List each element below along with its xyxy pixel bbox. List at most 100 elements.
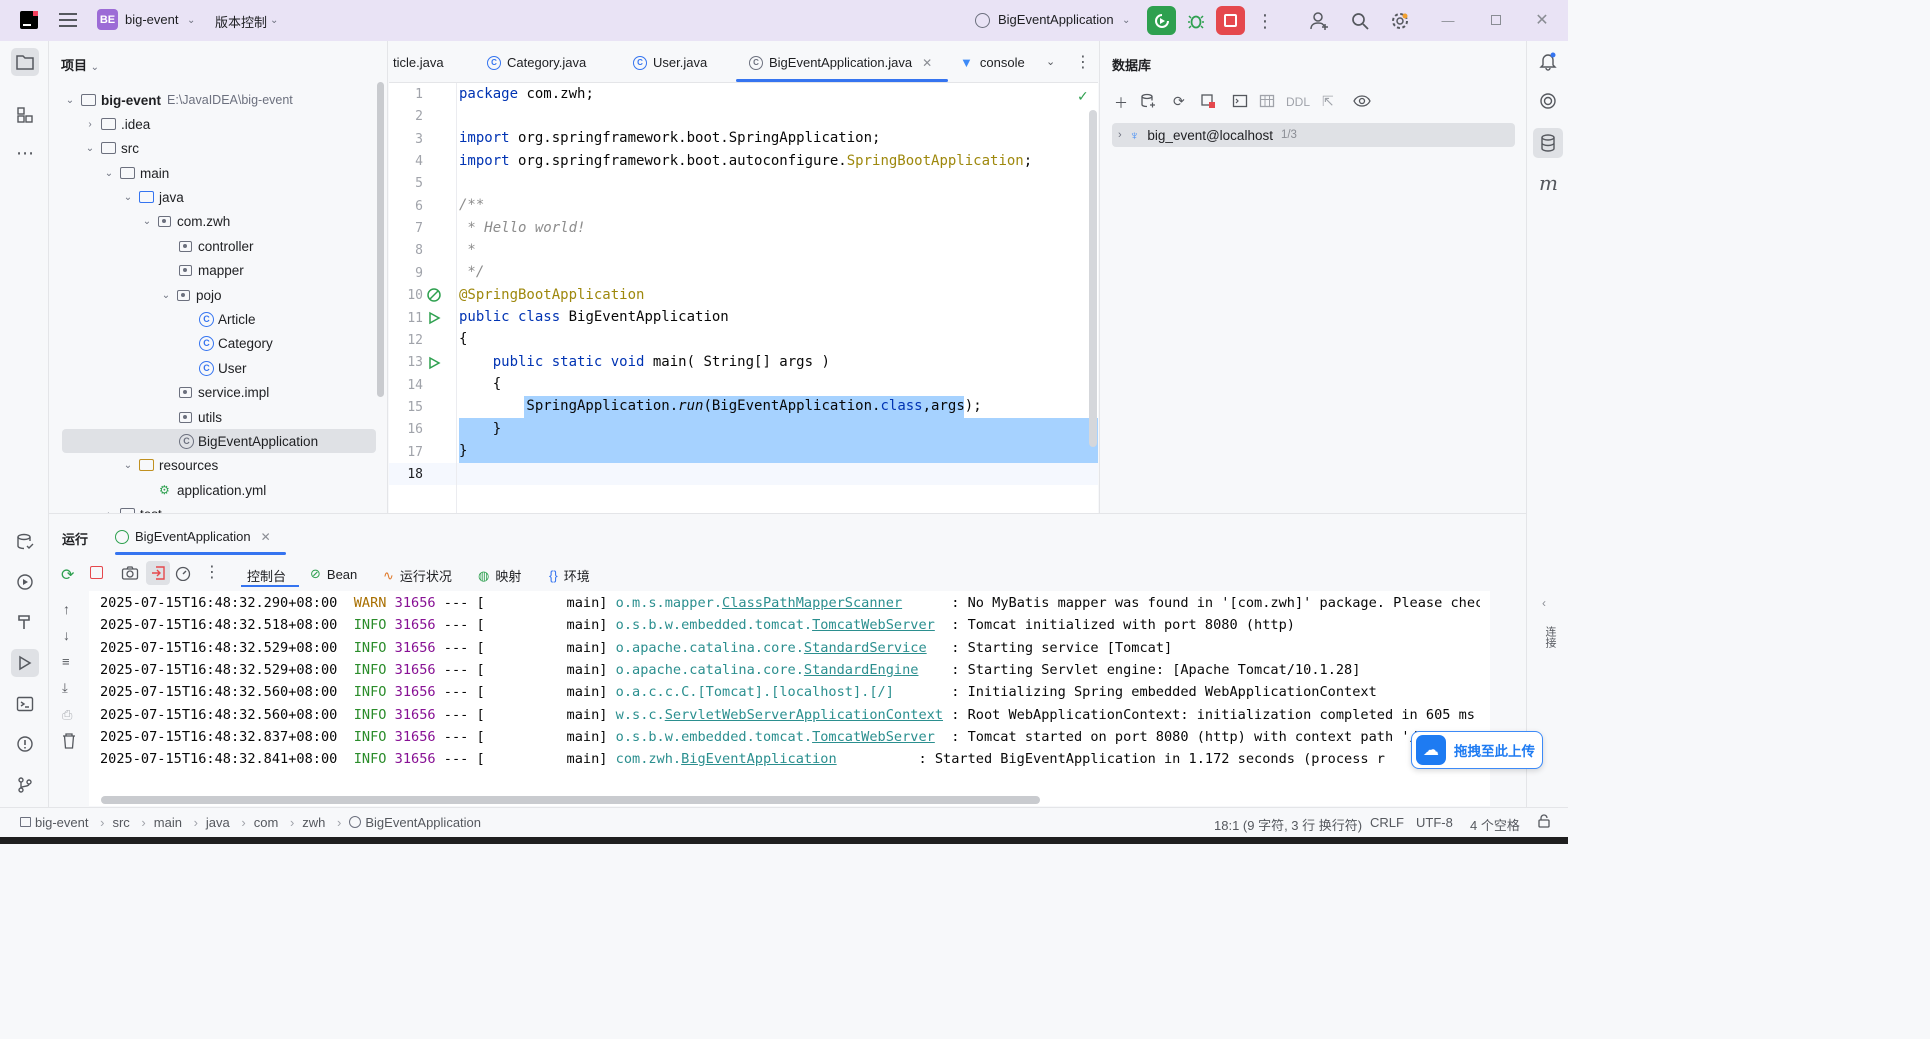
subtab-mappings[interactable]: ◍ 映射 bbox=[478, 566, 521, 585]
breadcrumb-item[interactable]: java bbox=[206, 815, 230, 830]
tree-item-resources[interactable]: ⌄ resources bbox=[121, 453, 218, 477]
run-config-selector[interactable]: BigEventApplication bbox=[998, 12, 1114, 27]
trash-clear-icon[interactable] bbox=[62, 733, 76, 752]
database-tool-button[interactable] bbox=[1533, 128, 1563, 158]
restore-layout-button[interactable] bbox=[146, 561, 170, 585]
chevron-down-icon[interactable]: ⌄ bbox=[187, 15, 195, 26]
ddl-button[interactable]: DDL bbox=[1286, 95, 1310, 109]
close-tab-icon[interactable]: ✕ bbox=[261, 530, 271, 544]
log-logger[interactable]: o.s.b.w.embedded.tomcat.TomcatWebServer bbox=[616, 617, 935, 633]
tab-console[interactable]: ▼ console bbox=[960, 55, 1025, 70]
tree-item-article[interactable]: C Article bbox=[199, 307, 256, 331]
camera-snapshot-icon[interactable] bbox=[121, 565, 139, 584]
breadcrumb-item[interactable]: BigEventApplication bbox=[365, 815, 481, 830]
chevron-left-icon[interactable]: ‹ bbox=[1542, 596, 1546, 610]
tree-item-user[interactable]: C User bbox=[199, 356, 247, 380]
stop-button[interactable] bbox=[1216, 6, 1245, 35]
breadcrumb-item[interactable]: com bbox=[254, 815, 279, 830]
breadcrumb-item[interactable]: big-event bbox=[35, 815, 88, 830]
run-gutter-icon[interactable] bbox=[426, 355, 442, 375]
no-problems-check-icon[interactable]: ✓ bbox=[1077, 89, 1089, 105]
tree-item-idea[interactable]: › .idea bbox=[83, 112, 150, 136]
tree-item-big-event[interactable]: ⌄ big-event E:\JavaIDEA\big-event bbox=[63, 88, 293, 112]
log-logger[interactable]: o.apache.catalina.core.StandardEngine bbox=[616, 662, 919, 678]
minimize-icon[interactable]: — bbox=[1438, 12, 1458, 28]
rerun-icon[interactable]: ⟳ bbox=[61, 565, 74, 585]
log-logger[interactable]: o.m.s.mapper.ClassPathMapperScanner bbox=[616, 595, 902, 611]
main-menu-icon[interactable] bbox=[59, 12, 77, 28]
tree-item-pojo[interactable]: ⌄ pojo bbox=[159, 283, 222, 307]
project-panel-title[interactable]: 项目 ⌄ bbox=[61, 55, 99, 74]
code-editor[interactable]: 1 2 3 4 5 6 7 8 9 10 11 12 13 14 15 16 17 18 ✓ package co… bbox=[389, 83, 1098, 513]
tree-item-bigeventapplication[interactable]: C BigEventApplication bbox=[179, 429, 318, 453]
tree-item-src[interactable]: ⌄ src bbox=[83, 136, 139, 160]
subtab-health[interactable]: ∿ 运行状况 bbox=[383, 566, 452, 585]
terminal-icon[interactable] bbox=[14, 693, 36, 715]
debug-button[interactable] bbox=[1184, 9, 1208, 33]
stop-icon[interactable] bbox=[90, 566, 103, 579]
spring-bean-gutter-icon[interactable] bbox=[426, 287, 442, 307]
arrow-down-icon[interactable]: ↓ bbox=[63, 627, 70, 643]
console-output[interactable]: 2025-07-15T16:48:32.290+08:00 WARN 31656… bbox=[89, 591, 1489, 806]
tab-bigeventapplication[interactable]: C BigEventApplication.java ✕ bbox=[749, 55, 932, 70]
tree-item-utils[interactable]: utils bbox=[179, 405, 222, 429]
breadcrumb-item[interactable]: src bbox=[112, 815, 129, 830]
file-encoding[interactable]: UTF-8 bbox=[1416, 815, 1453, 830]
more-tools-icon[interactable]: ⋯ bbox=[14, 142, 36, 164]
breadcrumb-item[interactable]: main bbox=[154, 815, 182, 830]
logger-link[interactable]: BigEventApplication bbox=[681, 751, 837, 767]
tree-item-category[interactable]: C Category bbox=[199, 331, 273, 355]
lock-icon[interactable] bbox=[1537, 814, 1551, 831]
restore-window-icon[interactable] bbox=[1486, 12, 1506, 28]
notifications-bell-icon[interactable] bbox=[1538, 51, 1558, 74]
maven-icon[interactable]: m bbox=[1539, 171, 1558, 195]
problems-icon[interactable] bbox=[14, 733, 36, 755]
project-scrollbar[interactable] bbox=[377, 82, 384, 397]
scroll-to-end-icon[interactable]: ⤓ bbox=[62, 680, 68, 696]
more-options-icon[interactable]: ⋮ bbox=[204, 562, 220, 582]
project-name[interactable]: big-event bbox=[125, 12, 178, 27]
log-logger[interactable]: o.apache.catalina.core.StandardService bbox=[616, 640, 927, 656]
tree-item-com-zwh[interactable]: ⌄ com.zwh bbox=[140, 209, 230, 233]
soft-wrap-icon[interactable]: ≡ bbox=[62, 654, 70, 669]
run-tool-button[interactable] bbox=[11, 649, 39, 677]
editor-scrollbar[interactable] bbox=[1089, 110, 1097, 447]
app-logo-icon[interactable] bbox=[20, 11, 38, 29]
connect-vertical-label[interactable]: 连接 bbox=[1542, 626, 1556, 648]
logger-link[interactable]: StandardService bbox=[804, 640, 927, 656]
search-icon[interactable] bbox=[1348, 9, 1372, 33]
drag-upload-widget[interactable]: ☁ 拖拽至此上传 bbox=[1411, 731, 1543, 769]
log-logger[interactable]: w.s.c.ServletWebServerApplicationContext bbox=[616, 707, 943, 723]
chevron-down-icon[interactable]: ⌄ bbox=[1122, 15, 1130, 26]
chevron-down-icon[interactable]: ⌄ bbox=[270, 15, 278, 26]
log-logger[interactable]: o.a.c.c.C.[Tomcat].[localhost].[/] bbox=[616, 684, 894, 700]
services-icon[interactable] bbox=[14, 571, 36, 593]
run-gutter-icon[interactable] bbox=[426, 310, 442, 330]
indent-setting[interactable]: 4 个空格 bbox=[1470, 815, 1520, 834]
eye-view-options-icon[interactable] bbox=[1353, 93, 1371, 112]
settings-gear-icon[interactable] bbox=[1388, 9, 1412, 33]
tab-article[interactable]: ticle.java bbox=[393, 55, 444, 70]
subtab-console[interactable]: 控制台 bbox=[247, 566, 286, 585]
tree-item-java[interactable]: ⌄ java bbox=[121, 185, 184, 209]
caret-position[interactable]: 18:1 (9 字符, 3 行 换行符) bbox=[1214, 815, 1362, 834]
add-icon[interactable]: ＋ bbox=[1114, 93, 1128, 113]
table-view-icon[interactable] bbox=[1259, 93, 1275, 112]
db-connection-item[interactable]: › ♆ big_event@localhost 1/3 bbox=[1112, 123, 1515, 147]
profiler-icon[interactable] bbox=[174, 565, 192, 584]
log-logger[interactable]: o.s.b.w.embedded.tomcat.TomcatWebServer bbox=[616, 729, 935, 745]
logger-link[interactable]: ClassPathMapperScanner bbox=[722, 595, 902, 611]
project-badge[interactable]: BE bbox=[97, 9, 118, 30]
logger-link[interactable]: ServletWebServerApplicationContext bbox=[665, 707, 943, 723]
git-icon[interactable] bbox=[14, 774, 36, 796]
logger-link[interactable]: TomcatWebServer bbox=[812, 617, 935, 633]
console-horizontal-scrollbar[interactable] bbox=[101, 796, 1040, 804]
build-hammer-icon[interactable] bbox=[14, 611, 36, 633]
more-options-icon[interactable]: ⋮ bbox=[1256, 9, 1274, 33]
arrow-up-icon[interactable]: ↑ bbox=[63, 601, 70, 617]
tab-list-chevron-icon[interactable]: ⌄ bbox=[1046, 55, 1055, 68]
log-logger[interactable]: com.zwh.BigEventApplication bbox=[616, 751, 837, 767]
line-separator[interactable]: CRLF bbox=[1370, 815, 1404, 830]
logger-link[interactable]: TomcatWebServer bbox=[812, 729, 935, 745]
data-source-icon[interactable] bbox=[1140, 93, 1156, 112]
